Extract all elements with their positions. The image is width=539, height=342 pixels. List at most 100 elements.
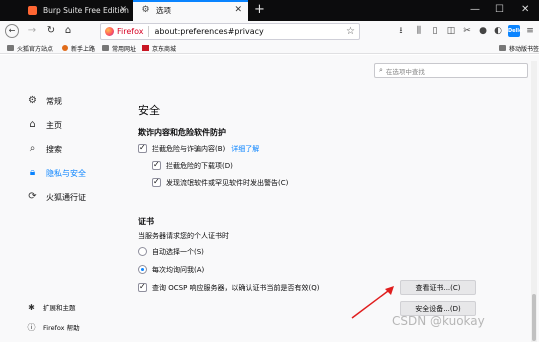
sidebar-item-sync[interactable]: ⟳ 火狐通行证 <box>26 190 86 204</box>
maximize-icon[interactable]: ☐ <box>495 3 504 17</box>
url-text: about:preferences#privacy <box>154 27 264 36</box>
menu-icon[interactable]: ≡ <box>524 25 536 37</box>
ask-every-time-radio[interactable] <box>138 265 147 274</box>
scrollbar-thumb[interactable] <box>532 294 536 341</box>
search-icon: ⌕ <box>29 143 36 154</box>
folder-icon <box>499 45 506 51</box>
ocsp-checkbox[interactable] <box>138 282 147 292</box>
minimize-icon[interactable]: — <box>470 3 480 17</box>
close-icon[interactable]: ✕ <box>119 5 127 16</box>
url-separator <box>148 26 150 37</box>
section-title-security: 安全 <box>138 104 160 117</box>
forward-icon[interactable]: → <box>25 24 39 38</box>
reload-icon[interactable]: ↻ <box>44 24 58 38</box>
radio-label[interactable]: 每次均询问我(A) <box>152 265 204 275</box>
puzzle-icon: ✱ <box>28 302 35 312</box>
sidebar-item-privacy[interactable]: 🔒︎ 隐私与安全 <box>26 166 86 180</box>
sidebar-icon[interactable]: ▯ <box>429 25 441 37</box>
scrollbar[interactable] <box>531 61 537 342</box>
watermark: CSDN @kuokay <box>392 314 485 328</box>
warn-unwanted-checkbox[interactable] <box>152 177 161 187</box>
block-downloads-row: 拦截危险的下载项(D) <box>152 160 233 171</box>
lock-icon: 🔒︎ <box>29 167 36 178</box>
extension-icon[interactable]: ✂ <box>461 25 473 37</box>
folder-icon <box>7 45 14 51</box>
new-tab-icon[interactable]: + <box>254 2 265 18</box>
mobile-bookmarks[interactable]: 移动版书签 <box>499 43 539 53</box>
sync-icon: ⟳ <box>28 191 37 202</box>
firefox-icon <box>105 27 114 36</box>
search-placeholder: 在选项中查找 <box>385 67 425 76</box>
sidebar-item-label: Firefox 帮助 <box>43 324 80 332</box>
url-bar[interactable]: Firefox about:preferences#privacy ☆ <box>100 23 360 40</box>
search-icon: ⌕ <box>379 66 383 74</box>
url-identity-label: Firefox <box>117 27 144 36</box>
bookmark-item[interactable]: 火狐官方站点 <box>7 43 53 53</box>
burp-icon <box>28 6 37 15</box>
close-icon[interactable]: ✕ <box>234 5 242 16</box>
back-icon[interactable]: ← <box>5 24 19 38</box>
navigation-bar: ← → ↻ ⌂ Firefox about:preferences#privac… <box>0 21 539 42</box>
auto-select-row: 自动选择一个(S) <box>138 246 204 257</box>
chat-icon[interactable]: ● <box>477 25 489 37</box>
ocsp-row: 查询 OCSP 响应服务器，以确认证书当前是否有效(Q) <box>138 282 319 293</box>
bookmark-label: 火狐官方站点 <box>17 45 54 53</box>
sidebar-item-general[interactable]: ⚙ 常规 <box>26 94 62 108</box>
sidebar-item-label: 主页 <box>46 120 62 130</box>
folder-icon <box>102 45 109 51</box>
checkbox-label[interactable]: 拦截危险与诈骗内容(B) <box>152 144 225 154</box>
firefox-icon <box>62 45 68 51</box>
download-icon[interactable]: ⭳ <box>395 25 407 37</box>
gear-icon: ⚙ <box>141 5 150 15</box>
preferences-page: ⌕ 在选项中查找 ⚙ 常规 ⌂ 主页 ⌕ 搜索 🔒︎ 隐私与安全 ⟳ 火狐通行证… <box>0 55 539 342</box>
tab-burp-suite[interactable]: Burp Suite Free Edition ✕ <box>20 0 133 21</box>
sidebar-item-home[interactable]: ⌂ 主页 <box>26 118 62 132</box>
home-icon: ⌂ <box>29 119 36 130</box>
checkbox-label[interactable]: 拦截危险的下载项(D) <box>166 161 233 171</box>
tab-options[interactable]: ⚙ 选项 ✕ <box>133 0 248 21</box>
block-dangerous-row: 拦截危险与诈骗内容(B) 详细了解 <box>138 143 259 154</box>
bookmark-item[interactable]: 常用网址 <box>102 43 136 53</box>
sidebar-item-addons[interactable]: ✱ 扩展和主题 <box>26 301 76 313</box>
sidebar-item-label: 火狐通行证 <box>46 192 86 202</box>
window-close-icon[interactable]: ✕ <box>521 3 529 17</box>
sidebar-item-label: 常规 <box>46 96 62 106</box>
tab-strip: Burp Suite Free Edition ✕ ⚙ 选项 ✕ + — ☐ ✕ <box>0 0 539 21</box>
bookmarks-bar: 火狐官方站点 新手上路 常用网址 京东商城 移动版书签 <box>0 42 539 54</box>
bookmark-star-icon[interactable]: ☆ <box>346 25 355 38</box>
warn-unwanted-row: 发现流氓软件或罕见软件时发出警告(C) <box>152 177 288 188</box>
help-icon: ⓘ <box>27 322 36 332</box>
gear-icon: ⚙ <box>28 95 37 106</box>
radio-label[interactable]: 自动选择一个(S) <box>152 247 204 257</box>
checkbox-label[interactable]: 发现流氓软件或罕见软件时发出警告(C) <box>166 178 288 188</box>
addon-icon[interactable]: ◐ <box>492 25 504 37</box>
sidebar-item-search[interactable]: ⌕ 搜索 <box>26 142 62 156</box>
block-downloads-checkbox[interactable] <box>152 160 161 170</box>
tab-title: Burp Suite Free Edition <box>43 6 129 15</box>
block-dangerous-checkbox[interactable] <box>138 143 147 153</box>
home-icon[interactable]: ⌂ <box>61 24 75 38</box>
checkbox-label[interactable]: 查询 OCSP 响应服务器，以确认证书当前是否有效(Q) <box>152 283 319 293</box>
view-certificates-button[interactable]: 查看证书...(C) <box>400 280 476 295</box>
bookmark-item[interactable]: 新手上路 <box>62 43 95 53</box>
jd-icon <box>142 45 149 51</box>
subsection-title-protection: 欺诈内容和危险软件防护 <box>138 128 226 137</box>
ask-every-time-row: 每次均询问我(A) <box>138 264 204 275</box>
bookmark-label: 京东商城 <box>152 45 177 53</box>
subsection-title-certificates: 证书 <box>138 217 154 226</box>
bookmark-label: 常用网址 <box>112 45 137 53</box>
tab-title: 选项 <box>156 6 171 15</box>
sidebar-item-help[interactable]: ⓘ Firefox 帮助 <box>26 321 80 333</box>
library-icon[interactable]: ⫼ <box>413 25 425 37</box>
bookmark-item[interactable]: 京东商城 <box>142 43 176 53</box>
auto-select-radio[interactable] <box>138 247 147 256</box>
preferences-search-input[interactable]: ⌕ 在选项中查找 <box>374 63 528 78</box>
dello-badge-icon[interactable]: Dello <box>508 25 522 37</box>
sidebar-item-label: 隐私与安全 <box>46 168 86 178</box>
certificates-description: 当服务器请求您的个人证书时 <box>138 231 229 240</box>
sidebar-item-label: 扩展和主题 <box>43 304 76 312</box>
learn-more-link[interactable]: 详细了解 <box>231 144 259 154</box>
screenshot-icon[interactable]: ◫ <box>445 25 457 37</box>
sidebar-item-label: 搜索 <box>46 144 62 154</box>
bookmark-label: 新手上路 <box>71 45 96 53</box>
